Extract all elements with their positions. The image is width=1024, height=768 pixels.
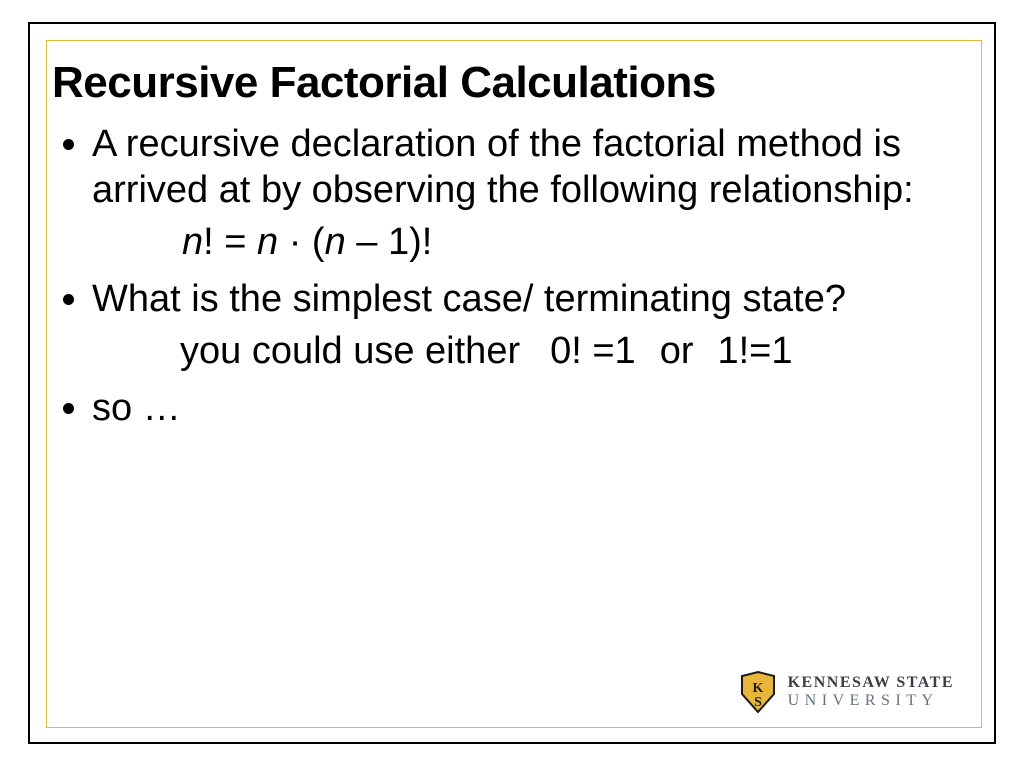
answer-lead: you could use either (180, 330, 520, 372)
equation-rest: – 1)! (346, 221, 433, 263)
equation-n3: n (325, 221, 346, 263)
answer-opt1: 0! =1 (550, 330, 636, 372)
equation-line: n! = n · (n – 1)! (182, 219, 982, 267)
bullet-3: so … (92, 386, 982, 432)
equation-dot: · ( (278, 221, 324, 263)
equation-n2: n (257, 221, 278, 263)
equation-n1: n (182, 221, 203, 263)
svg-text:S: S (754, 695, 762, 710)
bullet-list: A recursive declaration of the factorial… (52, 122, 982, 213)
slide-title: Recursive Factorial Calculations (52, 58, 982, 108)
bullet-1: A recursive declaration of the factorial… (92, 122, 982, 213)
logo-bot-text: UNIVERSITY (788, 693, 954, 709)
bullet-list-3: so … (52, 386, 982, 432)
bullet-2: What is the simplest case/ terminating s… (92, 277, 982, 323)
logo-top-text: KENNESAW STATE (788, 675, 954, 691)
logo-text: KENNESAW STATE UNIVERSITY (788, 675, 954, 709)
answer-opt2: 1!=1 (717, 330, 792, 372)
university-logo: K S KENNESAW STATE UNIVERSITY (738, 670, 954, 714)
slide-content: Recursive Factorial Calculations A recur… (52, 48, 982, 728)
answer-or: or (660, 330, 694, 372)
ks-shield-icon: K S (738, 670, 778, 714)
equation-bang1: ! = (203, 221, 257, 263)
bullet-list-2: What is the simplest case/ terminating s… (52, 277, 982, 323)
svg-text:K: K (752, 681, 763, 696)
answer-line: you could use either 0! =1 or 1!=1 (180, 328, 982, 376)
